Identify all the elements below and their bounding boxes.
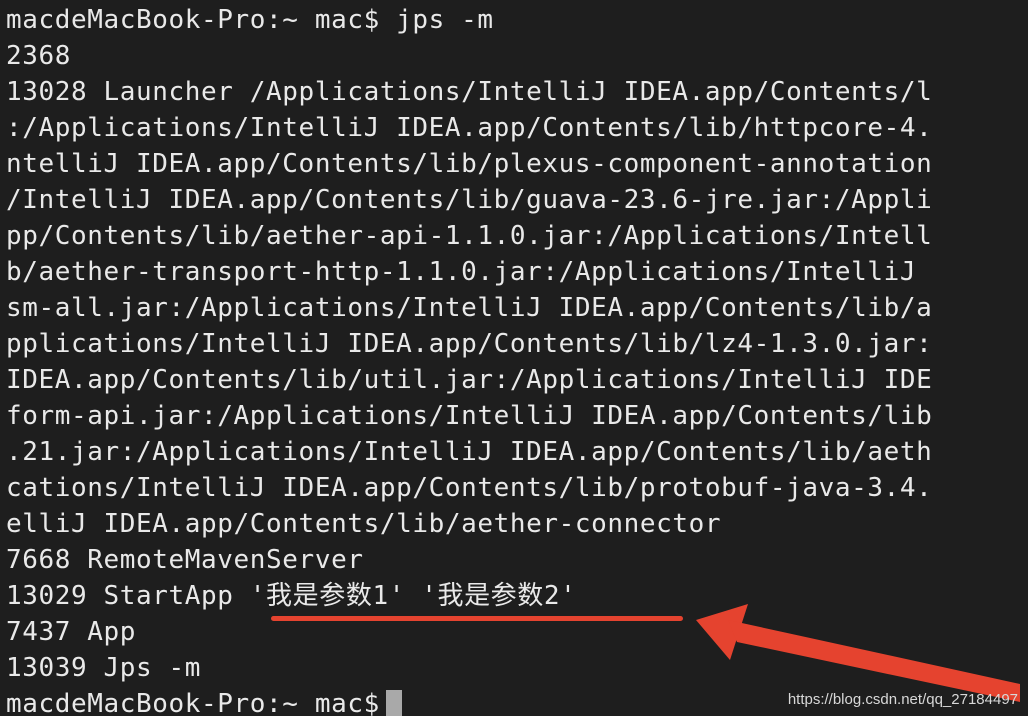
terminal-window[interactable]: macdeMacBook-Pro:~ mac$ jps -m 2368 1302… <box>0 0 1028 716</box>
terminal-line: 7437 App <box>6 617 137 647</box>
terminal-line: .21.jar:/Applications/IntelliJ IDEA.app/… <box>6 437 933 467</box>
terminal-line: /IntelliJ IDEA.app/Contents/lib/guava-23… <box>6 185 933 215</box>
terminal-line: sm-all.jar:/Applications/IntelliJ IDEA.a… <box>6 293 933 323</box>
terminal-line: IDEA.app/Contents/lib/util.jar:/Applicat… <box>6 365 933 395</box>
terminal-line: 7668 RemoteMavenServer <box>6 545 364 575</box>
terminal-line: 13028 Launcher /Applications/IntelliJ ID… <box>6 77 933 107</box>
terminal-line-command: macdeMacBook-Pro:~ mac$ jps -m <box>6 5 494 35</box>
terminal-cursor[interactable] <box>385 689 402 716</box>
terminal-line: elliJ IDEA.app/Contents/lib/aether-conne… <box>6 509 722 539</box>
terminal-line: 13039 Jps -m <box>6 653 202 683</box>
watermark: https://blog.csdn.net/qq_27184497 <box>787 691 1018 708</box>
terminal-line: b/aether-transport-http-1.1.0.jar:/Appli… <box>6 257 933 287</box>
annotation-underline <box>271 616 683 621</box>
terminal-line: pplications/IntelliJ IDEA.app/Contents/l… <box>6 329 933 359</box>
annotation-arrow-shaft <box>728 620 1020 702</box>
terminal-line: cations/IntelliJ IDEA.app/Contents/lib/p… <box>6 473 933 503</box>
terminal-line: ntelliJ IDEA.app/Contents/lib/plexus-com… <box>6 149 933 179</box>
terminal-line: :/Applications/IntelliJ IDEA.app/Content… <box>6 113 933 143</box>
terminal-line: pp/Contents/lib/aether-api-1.1.0.jar:/Ap… <box>6 221 933 251</box>
terminal-prompt: macdeMacBook-Pro:~ mac$ <box>6 689 380 716</box>
terminal-prompt-line: macdeMacBook-Pro:~ mac$ <box>6 686 402 716</box>
annotation-arrow-head <box>696 604 748 660</box>
terminal-line: 2368 <box>6 41 72 71</box>
terminal-line: form-api.jar:/Applications/IntelliJ IDEA… <box>6 401 933 431</box>
terminal-line-highlighted: 13029 StartApp '我是参数1' '我是参数2' <box>6 581 577 611</box>
